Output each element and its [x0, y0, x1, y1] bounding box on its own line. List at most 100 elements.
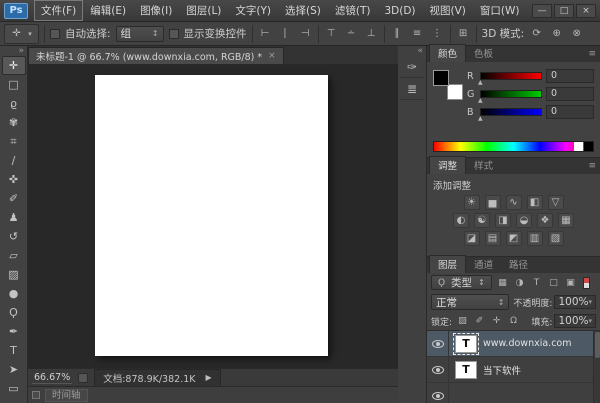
distribute-horizontal-icon[interactable]: ∥ — [390, 26, 405, 42]
lasso-tool[interactable]: ϱ — [2, 94, 26, 113]
eyedropper-tool[interactable]: ∕ — [2, 151, 26, 170]
posterize-icon[interactable]: ▤ — [484, 231, 501, 246]
current-tool-preset[interactable]: ✛ ▾ — [4, 23, 39, 44]
visibility-cell[interactable] — [427, 331, 449, 356]
menu-layer[interactable]: 图层(L) — [179, 0, 228, 21]
document-tab[interactable]: 未标题-1 @ 66.7% (www.downxia.com, RGB/8) *… — [28, 47, 284, 64]
scrollbar-thumb[interactable] — [595, 332, 600, 358]
foreground-color-swatch[interactable] — [433, 70, 449, 86]
minimize-button[interactable]: — — [532, 3, 552, 18]
show-transform-checkbox[interactable] — [168, 28, 179, 39]
slider-thumb-icon[interactable]: ▲ — [478, 115, 483, 122]
slider-thumb-icon[interactable]: ▲ — [478, 97, 483, 104]
distribute-vertical-icon[interactable]: ≡ — [410, 26, 425, 42]
align-horizontal-centers-icon[interactable]: ∣ — [278, 26, 293, 42]
visibility-cell[interactable] — [427, 357, 449, 382]
align-left-edges-icon[interactable]: ⊢ — [258, 26, 273, 42]
tab-color[interactable]: 颜色 — [429, 44, 467, 62]
eye-icon[interactable] — [431, 339, 444, 348]
layer-filter-toggle[interactable] — [583, 276, 590, 289]
layer-row-background[interactable] — [427, 383, 600, 403]
menu-3d[interactable]: 3D(D) — [377, 2, 422, 20]
rectangular-marquee-tool[interactable]: □ — [2, 75, 26, 94]
type-tool[interactable]: T — [2, 341, 26, 360]
blend-mode-dropdown[interactable]: 正常 ↕ — [431, 294, 510, 310]
type-layer-thumbnail[interactable]: T — [453, 332, 479, 355]
rectangle-tool[interactable]: ▭ — [2, 379, 26, 398]
zoom-level-field[interactable]: 66.67% — [32, 372, 73, 384]
quick-selection-tool[interactable]: ✾ — [2, 113, 26, 132]
layer-row-dangxia[interactable]: T 当下软件 — [427, 357, 600, 383]
tab-layers[interactable]: 图层 — [429, 255, 467, 273]
dodge-tool[interactable]: Ϙ — [2, 303, 26, 322]
color-balance-icon[interactable]: ☯ — [474, 213, 490, 228]
channel-mixer-icon[interactable]: ❖ — [537, 213, 553, 228]
tab-styles[interactable]: 样式 — [466, 157, 501, 174]
eye-icon[interactable] — [431, 391, 444, 400]
menu-view[interactable]: 视图(V) — [423, 0, 473, 21]
panel-menu-icon[interactable]: ≡ — [588, 49, 596, 59]
tab-close-icon[interactable]: × — [268, 51, 276, 61]
blue-channel-slider[interactable]: ▲ — [478, 108, 542, 122]
lock-all-icon[interactable]: Ω — [507, 315, 520, 328]
green-channel-slider[interactable]: ▲ — [478, 90, 542, 104]
lock-position-icon[interactable]: ✛ — [490, 315, 503, 328]
menu-edit[interactable]: 编辑(E) — [83, 0, 133, 21]
dock-panel-1-icon[interactable]: ✑ — [400, 56, 424, 78]
panel-menu-icon[interactable]: ≡ — [588, 161, 596, 171]
lock-image-pixels-icon[interactable]: ✐ — [473, 315, 486, 328]
menu-window[interactable]: 窗口(W) — [473, 0, 527, 21]
3d-pan-icon[interactable]: ⊕ — [549, 26, 564, 42]
align-vertical-centers-icon[interactable]: ∸ — [344, 26, 359, 42]
levels-icon[interactable]: ▅ — [484, 195, 501, 210]
hue-saturation-icon[interactable]: ◐ — [453, 213, 469, 228]
black-white-icon[interactable]: ◨ — [495, 213, 511, 228]
blue-channel-value[interactable]: 0 — [546, 105, 594, 119]
opacity-value-dropdown[interactable]: 100% ▾ — [554, 295, 596, 309]
menu-file[interactable]: 文件(F) — [34, 0, 84, 21]
clone-stamp-tool[interactable]: ♟ — [2, 208, 26, 227]
type-layer-thumbnail[interactable]: T — [455, 360, 477, 379]
layer-filter-type-dropdown[interactable]: Ϙ 类型 ↕ — [431, 275, 492, 290]
brush-tool[interactable]: ✐ — [2, 189, 26, 208]
status-options-icon[interactable] — [78, 372, 89, 383]
3d-scale-icon[interactable]: ⊗ — [569, 26, 584, 42]
filter-shape-layers-icon[interactable]: □ — [547, 276, 560, 289]
layer-name[interactable]: www.downxia.com — [483, 338, 571, 349]
black-swatch[interactable] — [584, 142, 593, 151]
tab-adjustments[interactable]: 调整 — [429, 156, 467, 174]
color-spectrum-ramp[interactable] — [433, 141, 594, 152]
white-swatch[interactable] — [574, 142, 583, 151]
pen-tool[interactable]: ✒ — [2, 322, 26, 341]
curves-icon[interactable]: ∿ — [505, 195, 522, 210]
visibility-cell[interactable] — [427, 383, 449, 403]
document-canvas[interactable] — [95, 75, 328, 356]
dock-panel-2-icon[interactable]: ≣ — [400, 78, 424, 100]
menu-type[interactable]: 文字(Y) — [228, 0, 278, 21]
threshold-icon[interactable]: ◩ — [505, 231, 522, 246]
tools-collapse-icon[interactable]: » — [18, 46, 24, 56]
gradient-tool[interactable]: ▨ — [2, 265, 26, 284]
3d-rotate-icon[interactable]: ⟳ — [529, 26, 544, 42]
align-bottom-edges-icon[interactable]: ⊥ — [364, 26, 379, 42]
selective-color-icon[interactable]: ▧ — [547, 231, 564, 246]
red-channel-value[interactable]: 0 — [546, 69, 594, 83]
auto-align-layers-icon[interactable]: ⊞ — [456, 26, 471, 42]
eye-icon[interactable] — [431, 365, 444, 374]
layer-row-www-downxia[interactable]: T www.downxia.com — [427, 331, 600, 357]
close-button[interactable]: × — [576, 3, 596, 18]
spot-healing-brush-tool[interactable]: ✜ — [2, 170, 26, 189]
fill-value-dropdown[interactable]: 100% ▾ — [554, 314, 596, 328]
align-right-edges-icon[interactable]: ⊣ — [298, 26, 313, 42]
auto-select-checkbox[interactable] — [50, 28, 60, 39]
green-channel-value[interactable]: 0 — [546, 87, 594, 101]
dock-collapse-icon[interactable]: « — [417, 46, 423, 56]
background-color-swatch[interactable] — [447, 84, 463, 100]
layer-name[interactable]: 当下软件 — [483, 363, 521, 377]
menu-select[interactable]: 选择(S) — [278, 0, 328, 21]
color-lookup-icon[interactable]: ▦ — [558, 213, 574, 228]
eraser-tool[interactable]: ▱ — [2, 246, 26, 265]
layers-scrollbar[interactable] — [593, 331, 600, 403]
path-selection-tool[interactable]: ➤ — [2, 360, 26, 379]
filter-adjustment-layers-icon[interactable]: ◑ — [513, 276, 526, 289]
